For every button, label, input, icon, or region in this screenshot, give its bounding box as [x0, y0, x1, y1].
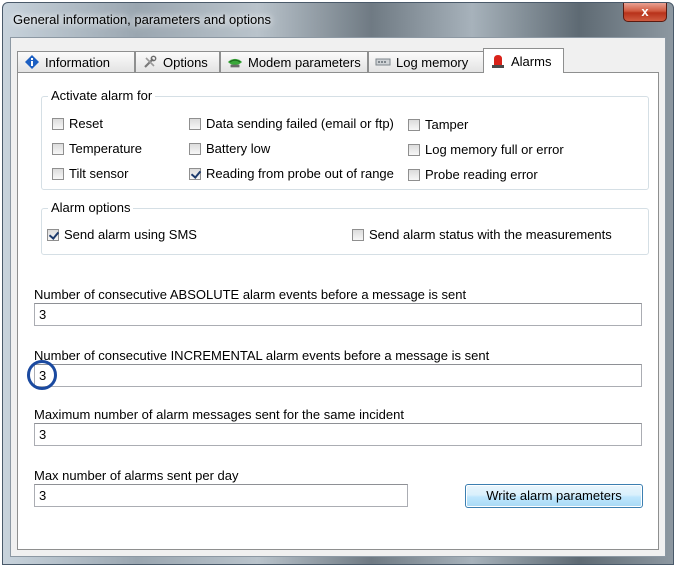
max-messages-label: Maximum number of alarm messages sent fo… — [34, 407, 404, 422]
checkbox-box[interactable] — [189, 117, 201, 130]
tab-label: Alarms — [511, 53, 552, 69]
checkbox-box[interactable] — [47, 228, 59, 241]
incremental-events-input[interactable]: 3 — [34, 364, 642, 387]
checkbox-label: Send alarm using SMS — [64, 227, 197, 242]
checkbox-box[interactable] — [189, 142, 201, 155]
tab-label: Information — [45, 54, 111, 70]
checkbox-send-sms[interactable]: Send alarm using SMS — [47, 227, 197, 242]
checkbox-label: Reset — [69, 116, 103, 131]
checkbox-box[interactable] — [408, 118, 420, 131]
tab-label: Modem parameters — [248, 54, 361, 70]
checkbox-label: Probe reading error — [425, 167, 538, 182]
close-button[interactable]: x — [623, 3, 667, 22]
checkbox-reset[interactable]: Reset — [52, 116, 103, 131]
checkbox-tilt-sensor[interactable]: Tilt sensor — [52, 166, 128, 181]
group-legend: Alarm options — [48, 200, 134, 215]
memory-icon — [375, 54, 391, 70]
checkbox-label: Reading from probe out of range — [206, 166, 394, 181]
write-alarm-parameters-button[interactable]: Write alarm parameters — [465, 484, 643, 508]
checkbox-label: Tamper — [425, 117, 469, 132]
checkbox-label: Data sending failed (email or ftp) — [206, 116, 394, 131]
checkbox-box[interactable] — [408, 168, 420, 181]
group-legend: Activate alarm for — [48, 88, 156, 103]
checkbox-temperature[interactable]: Temperature — [52, 141, 142, 156]
tab-label: Log memory — [396, 54, 469, 70]
checkbox-data-sending-failed[interactable]: Data sending failed (email or ftp) — [189, 116, 394, 131]
checkbox-box[interactable] — [408, 143, 420, 156]
max-messages-input[interactable]: 3 — [34, 423, 642, 446]
checkbox-probe-reading-error[interactable]: Probe reading error — [408, 167, 538, 182]
incremental-events-label: Number of consecutive INCREMENTAL alarm … — [34, 348, 490, 363]
max-per-day-label: Max number of alarms sent per day — [34, 468, 239, 483]
tab-modem-parameters[interactable]: Modem parameters — [220, 51, 368, 72]
checkbox-box[interactable] — [189, 167, 201, 180]
title-bar[interactable]: General information, parameters and opti… — [3, 3, 673, 37]
checkbox-box[interactable] — [352, 228, 364, 241]
checkbox-box[interactable] — [52, 167, 64, 180]
client-area: Information Options Modem parameters Log… — [10, 37, 666, 557]
max-per-day-input[interactable]: 3 — [34, 484, 408, 507]
checkbox-label: Temperature — [69, 141, 142, 156]
checkbox-label: Battery low — [206, 141, 271, 156]
modem-icon — [227, 54, 243, 70]
tab-alarms[interactable]: Alarms — [483, 48, 564, 73]
absolute-events-label: Number of consecutive ABSOLUTE alarm eve… — [34, 287, 467, 302]
tools-icon — [142, 54, 158, 70]
checkbox-label: Log memory full or error — [425, 142, 564, 157]
tab-label: Options — [163, 54, 208, 70]
checkbox-label: Send alarm status with the measurements — [369, 227, 612, 242]
tab-log-memory[interactable]: Log memory — [368, 51, 484, 72]
dialog-window: General information, parameters and opti… — [2, 2, 674, 565]
checkbox-box[interactable] — [52, 142, 64, 155]
window-title: General information, parameters and opti… — [13, 12, 271, 27]
checkbox-tamper[interactable]: Tamper — [408, 117, 468, 132]
alarm-bell-icon — [490, 53, 506, 69]
checkbox-box[interactable] — [52, 117, 64, 130]
absolute-events-input[interactable]: 3 — [34, 303, 642, 326]
checkbox-label: Tilt sensor — [69, 166, 129, 181]
tab-options[interactable]: Options — [135, 51, 220, 72]
checkbox-probe-out-of-range[interactable]: Reading from probe out of range — [189, 166, 394, 181]
checkbox-log-memory-full[interactable]: Log memory full or error — [408, 142, 564, 157]
tab-information[interactable]: Information — [17, 51, 135, 72]
checkbox-send-status[interactable]: Send alarm status with the measurements — [352, 227, 612, 242]
alarms-panel: Activate alarm for Reset Temperature Til… — [17, 72, 659, 550]
info-icon — [24, 54, 40, 70]
checkbox-battery-low[interactable]: Battery low — [189, 141, 270, 156]
